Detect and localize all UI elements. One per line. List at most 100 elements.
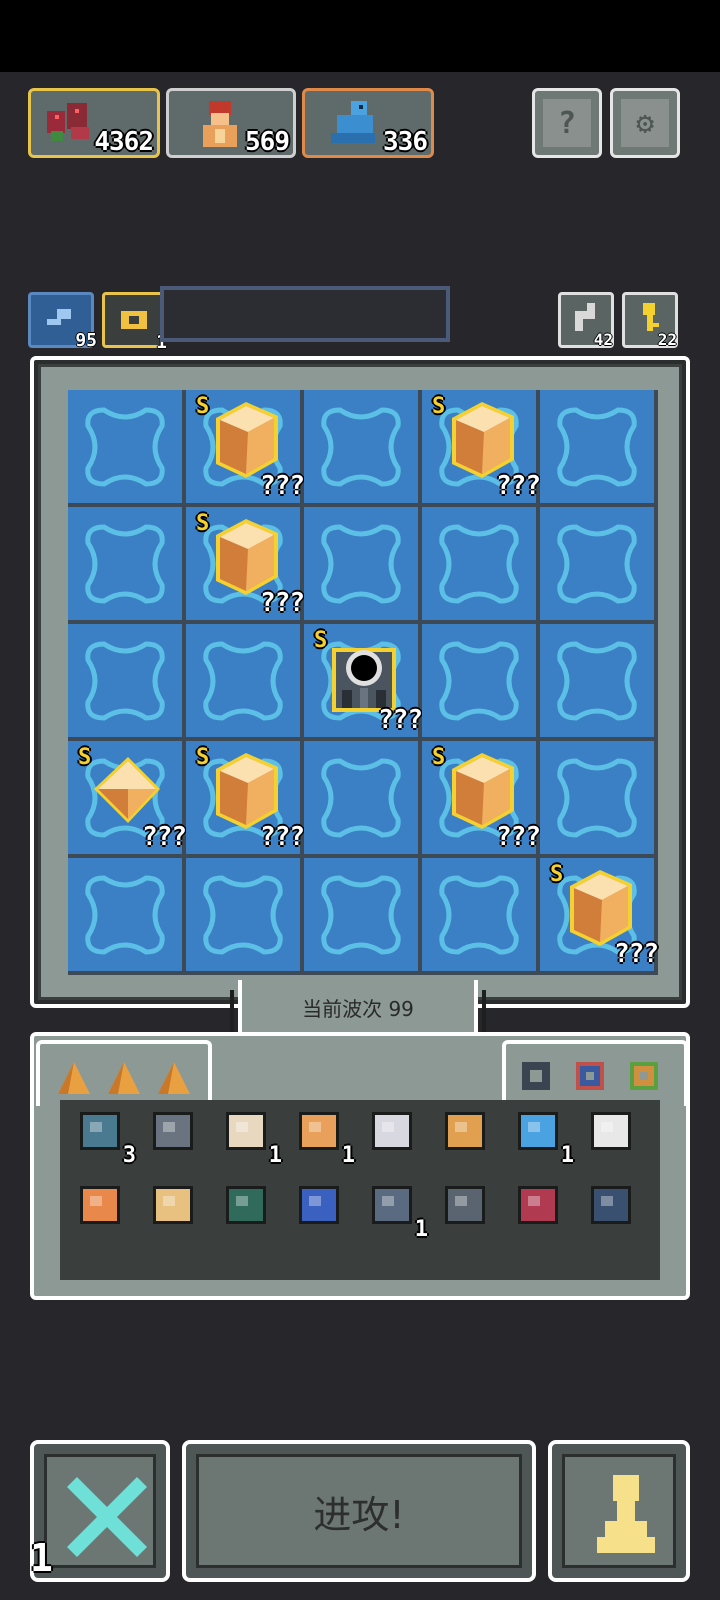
category-tabs — [36, 1040, 212, 1106]
warrior-bust-icon — [203, 101, 237, 147]
monster-group-icon — [47, 103, 89, 141]
potion-cauldron-slot[interactable] — [291, 1176, 351, 1236]
flower-rock-icon — [445, 1186, 485, 1224]
ship-slot[interactable] — [145, 1176, 205, 1236]
unit-level-label: ??? — [260, 822, 305, 852]
key-count: 22 — [657, 330, 677, 349]
unit-level-label: ??? — [260, 588, 305, 618]
token-box[interactable]: 1 — [102, 292, 167, 353]
battle-axe-slot[interactable] — [364, 1102, 424, 1162]
water-tile-icon — [85, 641, 165, 721]
water-tile-icon — [557, 641, 637, 721]
water-tile-icon — [439, 524, 519, 604]
grid-cell[interactable] — [540, 624, 654, 737]
grid-cell[interactable]: S??? — [304, 624, 423, 737]
battle-grid: S??? S??? S??? S??? S??? S??? S??? S??? — [68, 390, 659, 975]
pawn-icon — [597, 1475, 655, 1553]
wave-indicator: 当前波次 99 — [238, 980, 478, 1038]
staff-icon — [518, 1112, 558, 1150]
pumpkin-cart-slot[interactable] — [72, 1176, 132, 1236]
heart-armor-slot[interactable]: 3 — [72, 1102, 136, 1168]
grid-cell[interactable] — [422, 858, 536, 971]
gate-slot[interactable] — [218, 1176, 278, 1236]
status-bar — [0, 0, 720, 72]
rank-badge: S — [432, 745, 446, 770]
grid-cell[interactable]: S??? — [422, 741, 541, 854]
grid-cell[interactable]: S??? — [186, 390, 305, 503]
heart-armor-icon — [80, 1112, 120, 1150]
warrior-count: 569 — [245, 127, 290, 157]
hero-button[interactable] — [548, 1440, 690, 1582]
grid-cell[interactable] — [422, 507, 536, 620]
help-button[interactable]: ? — [532, 88, 602, 158]
unit-level-label: ??? — [496, 471, 541, 501]
beast-resource[interactable]: 336 — [302, 88, 434, 158]
monster-resource[interactable]: 4362 — [28, 88, 160, 158]
grid-cell[interactable] — [422, 624, 536, 737]
green-ring-icon[interactable] — [624, 1056, 664, 1096]
ring-frame-slot[interactable] — [437, 1102, 497, 1162]
progress-bar — [160, 286, 450, 342]
speed-box[interactable]: 95 — [28, 292, 97, 351]
wall-axe-icon — [372, 1186, 412, 1224]
inventory-panel: 3 1 1 1 1 — [60, 1100, 660, 1280]
grid-cell[interactable]: S??? — [186, 507, 305, 620]
grid-cell[interactable]: S??? — [540, 858, 659, 971]
shield-slot[interactable] — [145, 1102, 205, 1162]
demon-slot[interactable] — [510, 1176, 570, 1236]
settings-button[interactable]: ⚙ — [610, 88, 680, 158]
grid-cell[interactable] — [68, 624, 182, 737]
demon-icon — [518, 1186, 558, 1224]
attack-label: 进攻! — [313, 1492, 405, 1537]
item-count: 1 — [268, 1143, 282, 1168]
grid-cell[interactable] — [540, 390, 654, 503]
wall-axe-slot[interactable]: 1 — [364, 1176, 428, 1242]
boot-icon — [591, 1112, 631, 1150]
grid-cell[interactable] — [68, 507, 182, 620]
boot-slot[interactable] — [583, 1102, 643, 1162]
water-tile-icon — [85, 875, 165, 955]
grid-cell[interactable] — [186, 624, 300, 737]
attack-button[interactable]: 进攻! — [182, 1440, 536, 1582]
grid-cell[interactable] — [304, 741, 418, 854]
wedge-icon[interactable] — [104, 1058, 144, 1098]
cancel-count: 1 — [30, 1536, 53, 1580]
dark-ring-icon[interactable] — [516, 1056, 556, 1096]
water-tile-icon — [321, 524, 401, 604]
unit-level-label: ??? — [142, 822, 187, 852]
warrior-bust-slot[interactable]: 1 — [291, 1102, 355, 1168]
grid-cell[interactable] — [68, 858, 182, 971]
flower-rock-slot[interactable] — [437, 1176, 497, 1236]
water-tile-icon — [203, 641, 283, 721]
rank-badge: S — [550, 862, 564, 887]
water-tile-icon — [557, 524, 637, 604]
warrior-resource[interactable]: 569 — [166, 88, 296, 158]
refresh-box[interactable]: 42 — [558, 292, 614, 349]
unit-level-label: ??? — [496, 822, 541, 852]
rank-badge: S — [314, 628, 328, 653]
grid-cell[interactable] — [304, 390, 418, 503]
wedge-icon[interactable] — [154, 1058, 194, 1098]
grid-cell[interactable]: S??? — [422, 390, 541, 503]
filter-tabs — [502, 1040, 688, 1106]
lantern-slot[interactable]: 1 — [218, 1102, 282, 1168]
stone-wolf-slot[interactable] — [583, 1176, 643, 1236]
staff-slot[interactable]: 1 — [510, 1102, 574, 1168]
crossed-swords-icon — [67, 1477, 147, 1557]
wedge-icon[interactable] — [54, 1058, 94, 1098]
water-tile-icon — [321, 407, 401, 487]
item-count: 1 — [341, 1143, 355, 1168]
red-ring-icon[interactable] — [570, 1056, 610, 1096]
key-box[interactable]: 22 — [622, 292, 678, 349]
pumpkin-cart-icon — [80, 1186, 120, 1224]
grid-cell[interactable] — [540, 741, 654, 854]
grid-cell[interactable] — [304, 507, 418, 620]
grid-cell[interactable] — [68, 390, 182, 503]
grid-cell[interactable]: S??? — [68, 741, 187, 854]
grid-cell[interactable] — [304, 858, 418, 971]
grid-cell[interactable] — [186, 858, 300, 971]
ring-frame-icon — [445, 1112, 485, 1150]
grid-cell[interactable] — [540, 507, 654, 620]
grid-cell[interactable]: S??? — [186, 741, 305, 854]
rank-badge: S — [432, 394, 446, 419]
